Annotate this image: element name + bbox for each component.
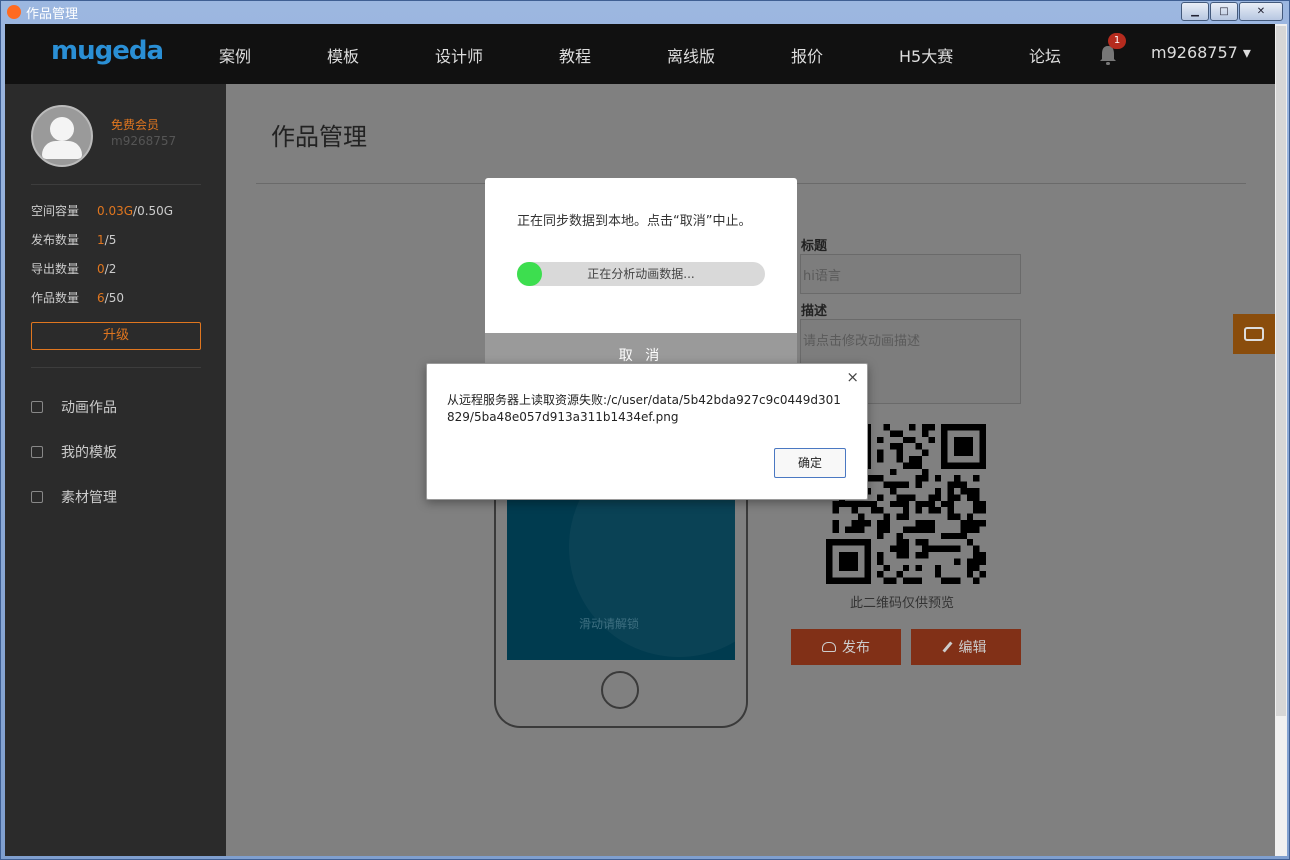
phone-preview-screen[interactable]: 滑动请解锁 <box>507 497 735 660</box>
nav-item-designers[interactable]: 设计师 <box>435 43 483 67</box>
user-menu[interactable]: m9268757 ▾ <box>1151 43 1251 62</box>
stat-total: /5 <box>104 233 117 247</box>
stat-total: /0.50G <box>133 204 174 218</box>
nav-item-templates[interactable]: 模板 <box>327 43 359 67</box>
upgrade-button[interactable]: 升级 <box>31 322 201 350</box>
title-label: 标题 <box>801 239 828 254</box>
stat-label: 发布数量 <box>31 233 80 247</box>
unlock-hint: 滑动请解锁 <box>579 617 640 631</box>
publish-button[interactable]: 发布 <box>791 629 901 665</box>
ok-button[interactable]: 确定 <box>774 448 846 478</box>
scrollbar-thumb[interactable] <box>1276 26 1286 716</box>
sync-message: 正在同步数据到本地。点击“取消”中止。 <box>517 214 752 229</box>
user-id: m9268757 <box>111 134 177 148</box>
stat-used: 1 <box>97 233 105 247</box>
pencil-icon <box>941 641 953 653</box>
folder-icon <box>31 491 43 503</box>
nav-item-cases[interactable]: 案例 <box>219 43 251 67</box>
edit-button[interactable]: 编辑 <box>911 629 1021 665</box>
cloud-upload-icon <box>822 642 836 652</box>
nav-item-forum[interactable]: 论坛 <box>1029 43 1061 67</box>
stat-used: 0 <box>97 262 105 276</box>
stat-works: 作品数量 6/50 <box>31 289 124 306</box>
feedback-button[interactable] <box>1233 314 1275 354</box>
top-nav: mugeda 案例 模板 设计师 教程 离线版 报价 H5大赛 论坛 1 m92… <box>5 24 1275 84</box>
stat-used: 6 <box>97 291 105 305</box>
member-type: 免费会员 <box>111 118 160 132</box>
stat-label: 空间容量 <box>31 204 80 218</box>
scrollbar[interactable] <box>1275 24 1287 856</box>
stat-label: 作品数量 <box>31 291 80 305</box>
qr-caption: 此二维码仅供预览 <box>850 596 955 611</box>
stat-total: /50 <box>104 291 124 305</box>
sidebar-item-label: 动画作品 <box>61 400 117 416</box>
sidebar-item-animations[interactable]: 动画作品 <box>31 397 117 417</box>
mugeda-logo[interactable]: mugeda <box>51 36 164 66</box>
stat-published: 发布数量 1/5 <box>31 231 116 248</box>
publish-label: 发布 <box>842 640 870 656</box>
window-title: 作品管理 <box>26 6 79 22</box>
divider <box>31 367 201 368</box>
nav-item-tutorials[interactable]: 教程 <box>559 43 591 67</box>
avatar[interactable] <box>31 105 93 167</box>
grid-icon <box>31 446 43 458</box>
sidebar-item-label: 素材管理 <box>61 490 117 506</box>
stat-exported: 导出数量 0/2 <box>31 260 116 277</box>
page-title: 作品管理 <box>271 123 367 151</box>
sidebar-item-assets[interactable]: 素材管理 <box>31 487 117 507</box>
stat-used: 0.03G <box>97 204 134 218</box>
divider <box>31 184 201 185</box>
sidebar: 免费会员 m9268757 空间容量 0.03G/0.50G 发布数量 1/5 导出… <box>5 84 226 856</box>
edit-label: 编辑 <box>958 640 987 656</box>
sync-progress-bar: 正在分析动画数据... <box>517 262 765 286</box>
rocket-icon <box>31 401 43 413</box>
close-button[interactable]: ✕ <box>1239 2 1283 21</box>
alert-close-icon[interactable]: × <box>846 368 859 386</box>
alert-message: 从远程服务器上读取资源失败:/c/user/data/5b42bda927c9c… <box>447 393 841 424</box>
progress-text: 正在分析动画数据... <box>587 267 695 281</box>
sidebar-item-my-templates[interactable]: 我的模板 <box>31 442 117 462</box>
title-bar: 作品管理 ▁ □ ✕ <box>1 1 1289 23</box>
nav-item-contest[interactable]: H5大赛 <box>899 43 953 67</box>
app-logo-icon <box>7 5 21 19</box>
notification-badge: 1 <box>1108 33 1126 49</box>
client-area: mugeda 案例 模板 设计师 教程 离线版 报价 H5大赛 论坛 1 m92… <box>5 24 1287 856</box>
sync-dialog: 正在同步数据到本地。点击“取消”中止。 正在分析动画数据... 取 消 <box>485 178 797 373</box>
stat-storage: 空间容量 0.03G/0.50G <box>31 202 173 219</box>
app-window: 作品管理 ▁ □ ✕ mugeda 案例 模板 设计师 教程 离线版 报价 H5… <box>0 0 1290 860</box>
stat-label: 导出数量 <box>31 262 80 276</box>
maximize-button[interactable]: □ <box>1210 2 1238 21</box>
sidebar-item-label: 我的模板 <box>61 445 117 461</box>
preview-graphic <box>569 497 735 657</box>
nav-item-pricing[interactable]: 报价 <box>791 43 823 67</box>
error-alert-dialog: × 从远程服务器上读取资源失败:/c/user/data/5b42bda927c… <box>426 363 868 500</box>
nav-item-offline[interactable]: 离线版 <box>667 43 715 67</box>
desc-label: 描述 <box>801 304 828 319</box>
title-field[interactable]: hi语言 <box>800 254 1021 294</box>
stat-total: /2 <box>104 262 117 276</box>
chat-bubble-icon <box>1244 327 1264 341</box>
minimize-button[interactable]: ▁ <box>1181 2 1209 21</box>
phone-home-button <box>601 671 639 709</box>
